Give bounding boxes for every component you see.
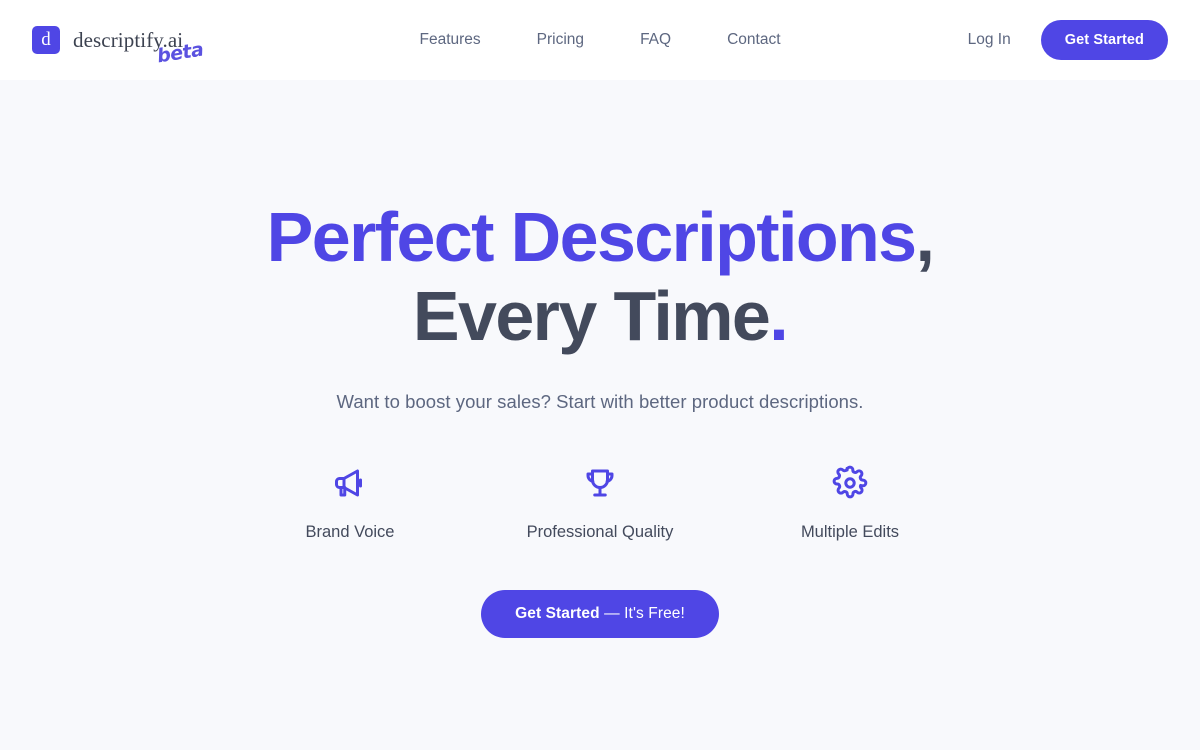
nav-item-pricing[interactable]: Pricing (537, 31, 584, 49)
hero-title-accent: Perfect Descriptions (266, 198, 917, 276)
hero-cta-soft-label: — It's Free! (599, 605, 685, 623)
nav-item-contact[interactable]: Contact (727, 31, 780, 49)
hero-cta-wrap: Get Started — It's Free! (481, 590, 719, 639)
get-started-button[interactable]: Get Started (1040, 20, 1168, 60)
main-nav: Features Pricing FAQ Contact (420, 31, 781, 49)
site-header: d descriptify.ai beta Features Pricing F… (0, 0, 1200, 80)
hero-title-line-2: Every Time. (267, 277, 934, 356)
feature-multiple-edits: Multiple Edits (765, 461, 935, 542)
brand-mark-icon: d (32, 26, 60, 54)
hero-title-comma: , (915, 198, 934, 276)
gear-icon (828, 461, 872, 505)
megaphone-icon (328, 461, 372, 505)
feature-label-professional-quality: Professional Quality (526, 523, 674, 542)
hero-title-dark: Every Time (412, 277, 771, 356)
hero-cta-strong-label: Get Started (515, 605, 600, 623)
feature-list: Brand Voice Professional Quality Multipl… (265, 461, 935, 542)
feature-label-multiple-edits: Multiple Edits (800, 523, 900, 542)
hero-title-line-1: Perfect Descriptions, (266, 198, 935, 277)
hero-section: Perfect Descriptions, Every Time. Want t… (0, 80, 1200, 750)
header-actions: Log In Get Started (968, 20, 1168, 60)
feature-professional-quality: Professional Quality (515, 461, 685, 542)
trophy-icon (578, 461, 622, 505)
feature-brand-voice: Brand Voice (265, 461, 435, 542)
brand-logo[interactable]: d descriptify.ai beta (32, 26, 205, 67)
nav-item-faq[interactable]: FAQ (640, 31, 671, 49)
brand-wordmark-wrap: descriptify.ai beta (73, 28, 205, 67)
login-link[interactable]: Log In (968, 31, 1011, 49)
hero-title-period: . (769, 277, 788, 356)
page-title: Perfect Descriptions, Every Time. (266, 198, 935, 356)
hero-subtitle: Want to boost your sales? Start with bet… (336, 391, 864, 413)
feature-label-brand-voice: Brand Voice (305, 523, 395, 542)
hero-get-started-button[interactable]: Get Started — It's Free! (481, 590, 719, 639)
nav-item-features[interactable]: Features (420, 31, 481, 49)
